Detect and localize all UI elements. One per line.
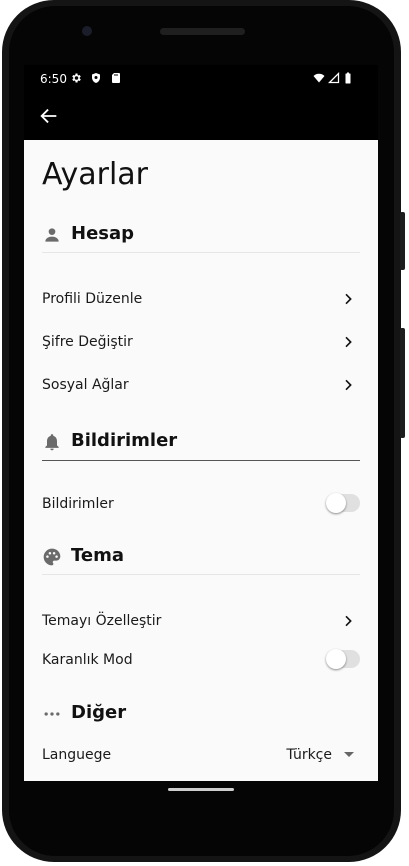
settings-item-edit-profile[interactable]: Profili Düzenle [42,288,360,312]
toggle-knob [326,649,346,669]
section-header-notifications: Bildirimler [42,430,360,454]
page-title: Ayarlar [42,157,149,192]
settings-item-label: Profili Düzenle [42,291,143,307]
settings-gear-icon [72,73,81,83]
arrow-left-icon[interactable] [38,105,60,127]
app-screen: 6:50 Ayarlar Hesap Profili Düzenle Şifre… [24,65,378,781]
wifi-icon [313,73,325,83]
settings-item-label: Sosyal Ağlar [42,377,129,393]
sd-card-icon [112,73,120,83]
settings-item-label: Temayı Özelleştir [42,613,162,629]
settings-item-label: Bildirimler [42,496,114,512]
settings-item-social-networks[interactable]: Sosyal Ağlar [42,374,360,398]
earpiece-speaker [160,28,245,35]
section-divider [42,574,360,575]
settings-item-label: Languege [42,747,112,763]
volume-button [400,328,405,438]
status-time: 6:50 [40,72,67,86]
section-header-theme: Tema [42,545,360,569]
section-title-account: Hesap [71,223,135,244]
person-icon [45,228,59,242]
section-header-account: Hesap [42,223,360,247]
chevron-right-icon [345,293,352,305]
settings-item-dark-mode: Karanlık Mod [42,649,360,673]
signal-icon [328,72,340,84]
palette-icon [43,548,61,566]
settings-item-language: Languege Türkçe [42,744,360,768]
power-button [400,212,405,270]
language-dropdown[interactable]: Türkçe [286,747,332,763]
chevron-right-icon [345,379,352,391]
section-title-other: Diğer [71,702,127,723]
notifications-toggle[interactable] [326,493,360,513]
section-title-notifications: Bildirimler [71,430,178,451]
section-header-other: Diğer [42,702,360,726]
app-bar [24,93,378,140]
section-divider [42,460,360,461]
settings-item-change-password[interactable]: Şifre Değiştir [42,331,360,355]
chevron-right-icon [345,336,352,348]
chevron-right-icon [345,615,352,627]
settings-item-label: Karanlık Mod [42,652,133,668]
toggle-knob [326,493,346,513]
section-divider [42,252,360,253]
settings-item-notifications: Bildirimler [42,493,360,517]
settings-item-label: Şifre Değiştir [42,334,133,350]
shield-icon [92,73,100,83]
status-bar: 6:50 [24,65,378,93]
more-horizontal-icon [44,712,60,716]
battery-icon [345,72,351,84]
bell-icon [45,434,59,451]
front-camera [82,26,92,36]
settings-item-customize-theme[interactable]: Temayı Özelleştir [42,610,360,634]
dropdown-arrow-icon[interactable] [344,752,354,757]
gesture-nav-bar[interactable] [168,788,234,791]
dark-mode-toggle[interactable] [326,649,360,669]
section-title-theme: Tema [71,545,124,566]
